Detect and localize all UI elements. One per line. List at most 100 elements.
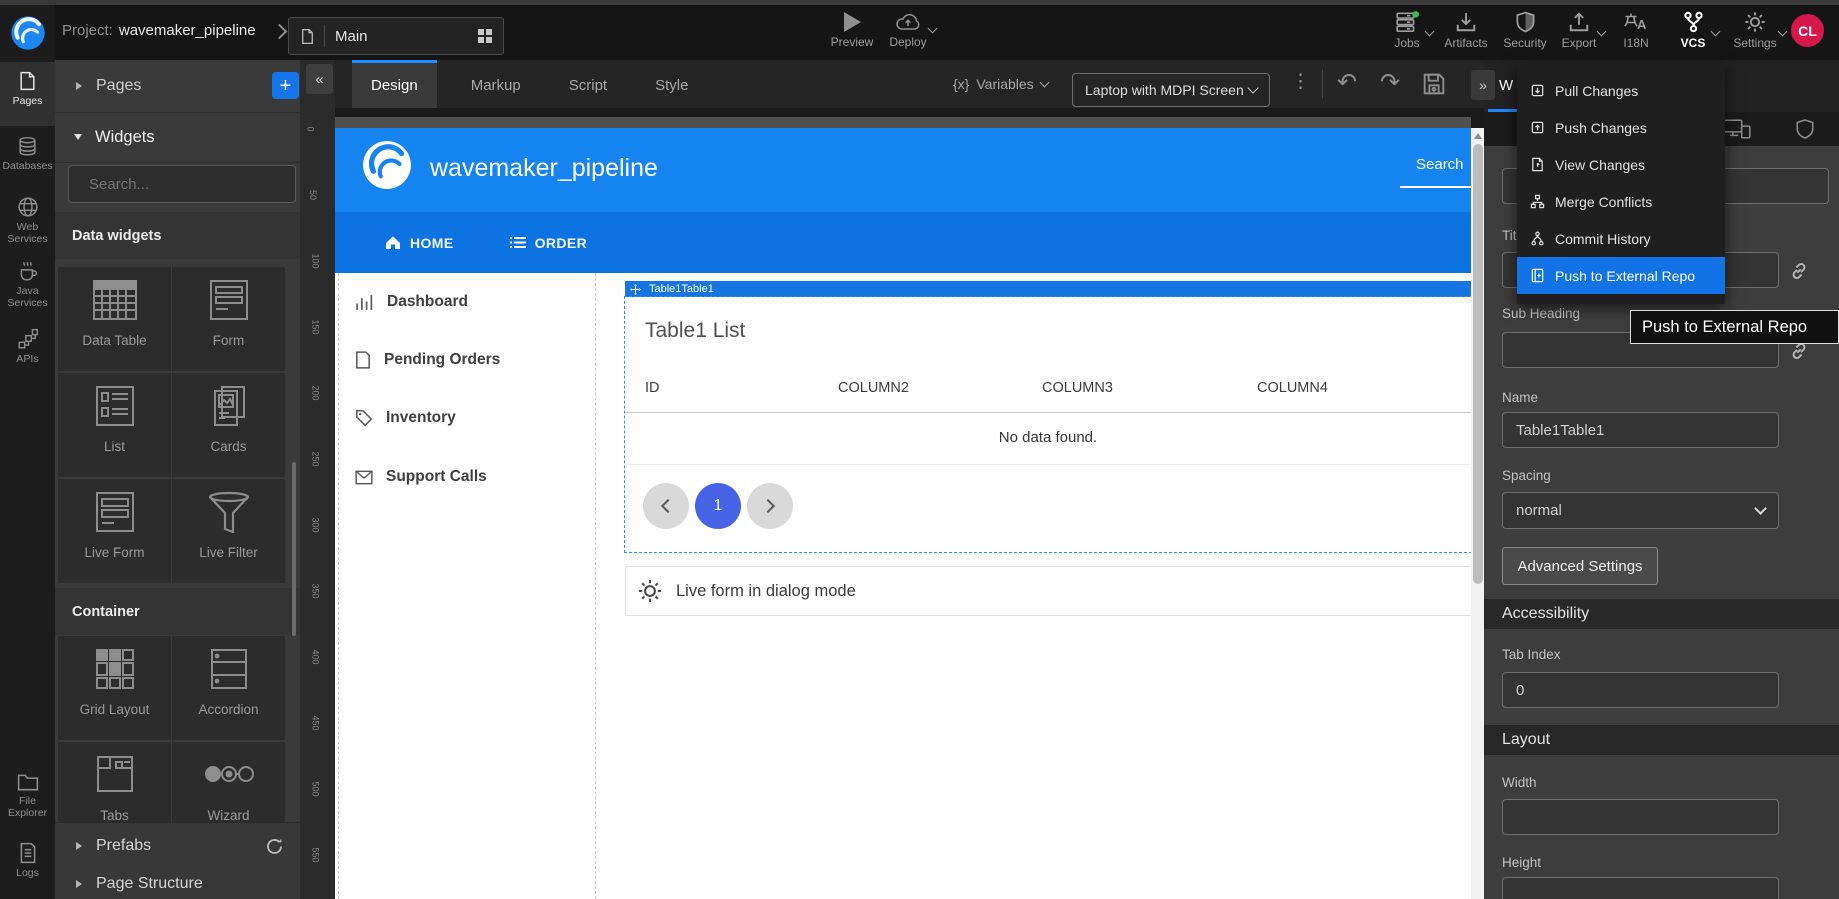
rail-item-databases[interactable]: Databases: [0, 136, 55, 172]
menu-item-merge-conflicts[interactable]: Merge Conflicts: [1517, 183, 1725, 220]
table-column-header[interactable]: ID: [645, 380, 660, 396]
save-button[interactable]: [1422, 72, 1446, 96]
collapse-arrow-icon: [74, 134, 82, 140]
variables-chevron-icon: [1039, 78, 1049, 88]
page-structure-section-header[interactable]: Page Structure: [55, 868, 300, 899]
rail-item-logs[interactable]: Logs: [0, 842, 55, 879]
table-column-header[interactable]: COLUMN4: [1257, 380, 1328, 396]
rail-item-pages[interactable]: Pages: [0, 62, 55, 126]
spacing-select[interactable]: normal: [1502, 492, 1779, 529]
device-visibility-icon[interactable]: [1723, 119, 1751, 139]
app-sidenav-pending-orders[interactable]: Pending Orders: [355, 351, 500, 369]
bind-link-icon[interactable]: [1788, 260, 1810, 282]
widget-tile-cards[interactable]: Cards: [172, 373, 285, 477]
top-bar: Project: wavemaker_pipeline Main Preview: [0, 0, 1839, 60]
properties-tab-widget[interactable]: W: [1499, 77, 1513, 94]
accordion-icon: [172, 648, 285, 690]
menu-item-push-changes[interactable]: Push Changes: [1517, 109, 1725, 146]
menu-item-commit-history[interactable]: Commit History: [1517, 220, 1725, 257]
selected-widget-tag[interactable]: Table1Table1: [625, 281, 1471, 297]
pagination-prev-button[interactable]: [643, 483, 689, 529]
tile-label: Tabs: [58, 808, 171, 823]
palette-scrollbar[interactable]: [292, 462, 296, 636]
tab-label: Style: [655, 77, 688, 94]
widgets-section-header[interactable]: Widgets: [55, 112, 300, 163]
jobs-menu[interactable]: Jobs: [1384, 0, 1430, 60]
deploy-button[interactable]: Deploy: [880, 0, 936, 60]
device-selector[interactable]: Laptop with MDPI Screen: [1072, 73, 1270, 107]
widget-search[interactable]: [68, 165, 296, 203]
app-sidenav-support-calls[interactable]: Support Calls: [355, 468, 487, 486]
wavemaker-logo[interactable]: [0, 5, 55, 60]
rail-item-java-services[interactable]: Java Services: [0, 260, 55, 309]
rail-item-apis[interactable]: APIs: [0, 328, 55, 365]
collapse-palette-button[interactable]: «: [306, 64, 333, 94]
accessibility-title: Accessibility: [1502, 605, 1589, 623]
widget-tile-accordion[interactable]: Accordion: [172, 636, 285, 740]
tab-script[interactable]: Script: [550, 60, 626, 108]
vcs-menu-button[interactable]: VCS: [1672, 0, 1714, 60]
export-icon: [1568, 11, 1590, 33]
widget-tile-list[interactable]: List: [58, 373, 171, 477]
data-table-widget[interactable]: Table1 List ID COLUMN2 COLUMN3 COLUMN4 N…: [625, 297, 1471, 552]
menu-item-view-changes[interactable]: View Changes: [1517, 146, 1725, 183]
variables-button[interactable]: {x} Variables: [953, 60, 1048, 108]
widget-tile-form[interactable]: Form: [172, 267, 285, 371]
menu-item-pull-changes[interactable]: Pull Changes: [1517, 72, 1725, 109]
widget-tile-live-filter[interactable]: Live Filter: [172, 479, 285, 583]
refresh-icon[interactable]: [265, 837, 284, 856]
pages-tree-header[interactable]: Pages: [55, 60, 300, 113]
security-menu[interactable]: Security: [1499, 0, 1551, 60]
app-sidenav-inventory[interactable]: Inventory: [355, 409, 456, 427]
tab-markup[interactable]: Markup: [452, 60, 540, 108]
menu-item-push-to-external-repo[interactable]: Push to External Repo: [1517, 257, 1725, 294]
i18n-menu[interactable]: A I18N: [1616, 0, 1656, 60]
rail-item-web-services[interactable]: Web Services: [0, 196, 55, 245]
live-form-dialog-widget[interactable]: Live form in dialog mode: [625, 566, 1473, 616]
ruler-tick: 100: [311, 253, 321, 268]
pagination-next-button[interactable]: [747, 483, 793, 529]
table-column-header[interactable]: COLUMN2: [838, 380, 909, 396]
artifacts-menu[interactable]: Artifacts: [1438, 0, 1494, 60]
prefabs-section-header[interactable]: Prefabs: [55, 822, 300, 870]
svg-text:A: A: [1637, 17, 1647, 32]
table-column-header[interactable]: COLUMN3: [1042, 380, 1113, 396]
nav-item-home[interactable]: HOME: [385, 235, 454, 251]
add-page-button[interactable]: +: [272, 72, 299, 99]
widget-tile-grid-layout[interactable]: Grid Layout: [58, 636, 171, 740]
export-menu[interactable]: Export: [1556, 0, 1602, 60]
page-selector[interactable]: Main: [288, 17, 504, 55]
widget-tile-live-form[interactable]: Live Form: [58, 479, 171, 583]
widget-tile-data-table[interactable]: Data Table: [58, 267, 171, 371]
scrollbar-thumb[interactable]: [1473, 144, 1483, 584]
preview-button[interactable]: Preview: [826, 0, 878, 60]
canvas-kebab-menu[interactable]: ⋮: [1291, 70, 1310, 93]
pagination-page-1[interactable]: 1: [695, 483, 741, 529]
redo-button[interactable]: ↷: [1380, 68, 1400, 97]
widget-search-input[interactable]: [87, 175, 290, 194]
app-search-field[interactable]: Search: [1416, 156, 1464, 173]
nav-item-order[interactable]: ORDER: [510, 235, 588, 251]
user-avatar[interactable]: CL: [1791, 14, 1824, 47]
name-input[interactable]: [1502, 412, 1779, 448]
canvas-scrollbar[interactable]: [1471, 128, 1484, 899]
palette-panel: Pages + Widgets Data widgets Data Tabl: [55, 60, 301, 899]
export-label: Export: [1562, 36, 1597, 50]
pages-grid-icon[interactable]: [477, 28, 493, 44]
security-visibility-shield-icon[interactable]: [1795, 118, 1815, 140]
folder-icon: [17, 772, 39, 792]
expand-panel-button[interactable]: »: [1471, 70, 1495, 100]
height-input[interactable]: [1502, 877, 1779, 899]
layout-title: Layout: [1502, 731, 1550, 749]
settings-menu[interactable]: Settings: [1728, 0, 1782, 60]
rail-item-file-explorer[interactable]: File Explorer: [0, 772, 55, 819]
tab-design[interactable]: Design: [352, 60, 437, 108]
app-search-underline: [1400, 186, 1471, 188]
width-input[interactable]: [1502, 799, 1779, 835]
tab-index-input[interactable]: [1502, 672, 1779, 708]
advanced-settings-button[interactable]: Advanced Settings: [1502, 547, 1658, 585]
app-sidenav-dashboard[interactable]: Dashboard: [355, 293, 468, 311]
tooltip-text: Push to External Repo: [1642, 318, 1807, 337]
tab-style[interactable]: Style: [636, 60, 707, 108]
undo-button[interactable]: ↶: [1337, 68, 1357, 97]
